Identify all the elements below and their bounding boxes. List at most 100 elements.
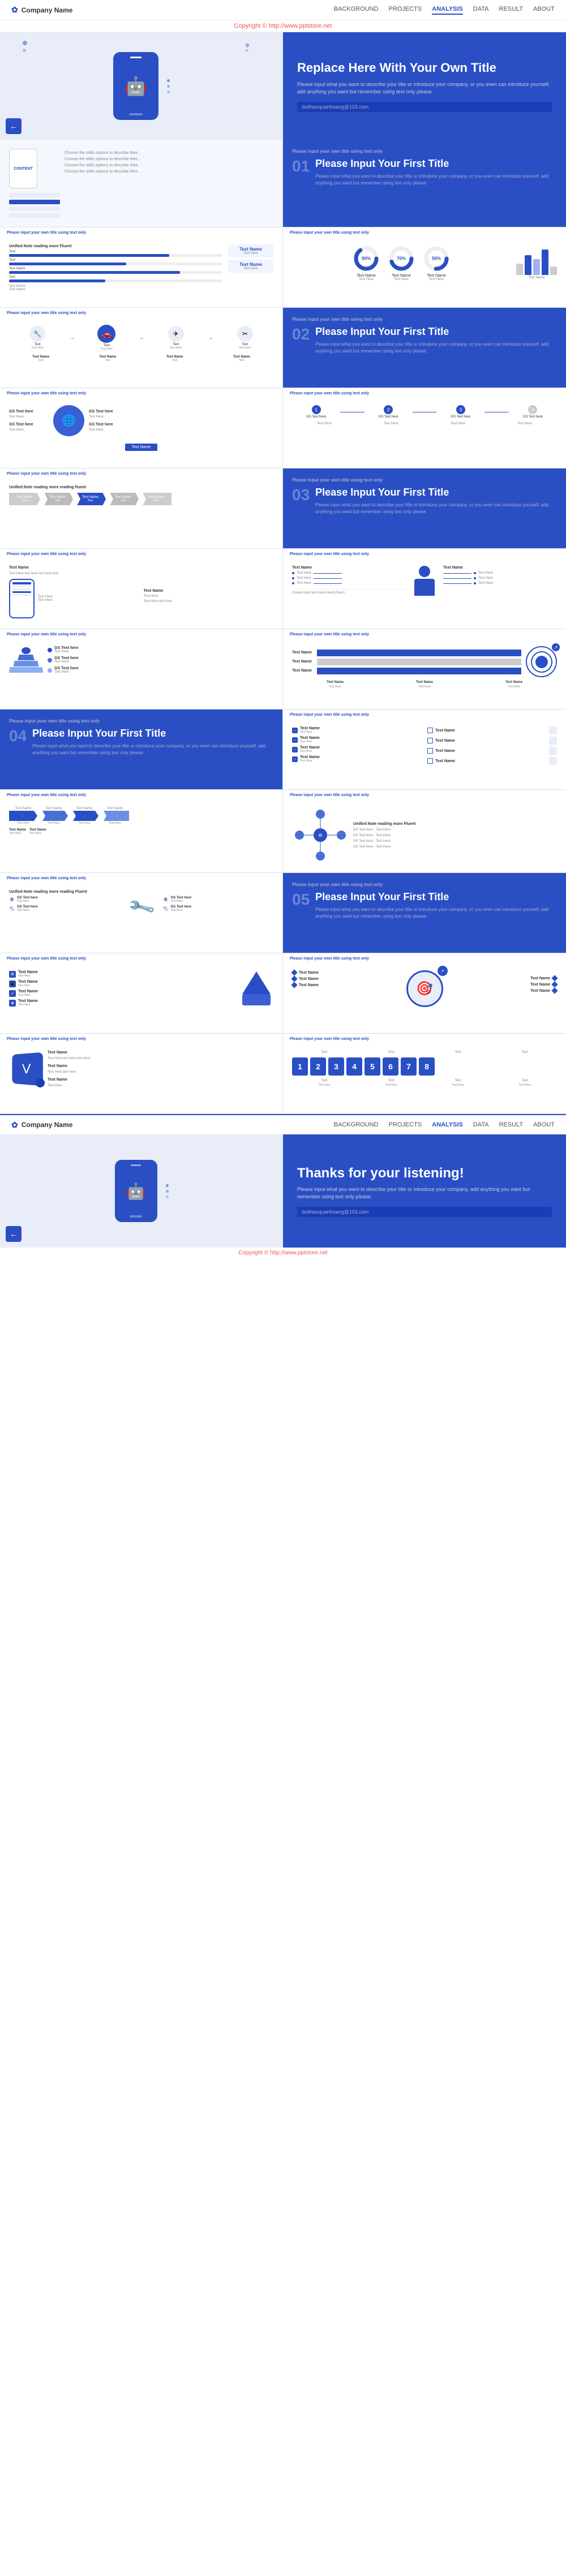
row-label-8b: Please input your own title using text o… (290, 713, 369, 717)
footer-nav-about[interactable]: ABOUT (533, 1121, 555, 1128)
row-label-7b: Please input your own title using text o… (290, 633, 369, 637)
progress-row-4: Text (9, 276, 222, 282)
copyright-text: Copyright © http://www.pptstore.net (234, 23, 332, 29)
slide-right-1: Please input your own title using text o… (283, 140, 566, 227)
row-label-11a: Please input your own title using text o… (7, 957, 86, 961)
nav-background[interactable]: BACKGROUND (334, 6, 379, 15)
slide-row-4: Please input your own title using text o… (0, 388, 566, 468)
slide-row-12: Please input your own title using text o… (0, 1034, 566, 1114)
blue-slide-title-3: 03 Please Input Your First Title Please … (292, 486, 557, 515)
row-label-12b: Please input your own title using text o… (290, 1037, 369, 1041)
section-label-white-5: Please input your own title using text o… (292, 882, 557, 887)
slide-left-11: Please input your own title using text o… (0, 953, 283, 1033)
nav-analysis[interactable]: ANALYSIS (432, 6, 463, 15)
person-icon (410, 566, 439, 596)
icon-item-1: 🔧 Text Text Here (9, 326, 66, 350)
slide-row-8: Please input your own title using text o… (0, 709, 566, 790)
row-label-3a: Please input your own title using text o… (7, 311, 86, 315)
blue-slide-title-2: 02 Please Input Your First Title Please … (292, 325, 557, 355)
section-label-white-2: Please input your own title using text o… (292, 317, 557, 322)
nav-logo: ✿ Company Name (11, 5, 72, 15)
footer-copyright-text: Copyright © http://www.pptstore.net (238, 1250, 327, 1256)
hero-left: 🤖 ← (0, 32, 283, 140)
blue-title-02: Please Input Your First Title (315, 325, 557, 338)
blue-desc-02: Please input what you want to describe y… (315, 341, 557, 355)
counter-2: 2 (310, 1057, 326, 1076)
slide-right-5: Please input your own title using text o… (283, 468, 566, 548)
footer-section: 🤖 ← Thanks for your listening! Please in… (0, 1134, 566, 1248)
hero-section: 🤖 ← Replace Here With Your Own Title Ple… (0, 32, 566, 140)
logo-text: Company Name (22, 6, 73, 14)
footer-nav-analysis[interactable]: ANALYSIS (432, 1121, 463, 1128)
row-label-6a: Please input your own title using text o… (7, 552, 86, 556)
bar-chart-1: Text Name (516, 247, 557, 279)
slide-row-7: Please input your own title using text o… (0, 629, 566, 709)
slide-right-2: Please input your own title using text o… (283, 227, 566, 307)
footer-nav-result[interactable]: RESULT (499, 1121, 524, 1128)
slide-left-10: Please input your own title using text o… (0, 873, 283, 953)
slide-right-9: Please input your own title using text o… (283, 790, 566, 872)
progress-row-3: Text Name (9, 267, 222, 274)
slide-number-02: 02 (292, 325, 310, 343)
row-label-9a: Please input your own title using text o… (7, 793, 86, 797)
donut-2: 70% Text Name Text Here (387, 244, 415, 281)
blue-desc-04: Please input what you want to describe y… (32, 743, 273, 756)
blue-desc-05: Please input what you want to describe y… (315, 906, 557, 920)
blue-title-05: Please Input Your First Title (315, 891, 557, 904)
nav-about[interactable]: ABOUT (533, 6, 555, 15)
counter-6: 6 (383, 1057, 398, 1076)
nav-result[interactable]: RESULT (499, 6, 524, 15)
copyright-bar: Copyright © http://www.pptstore.net (0, 20, 566, 32)
row-label-4b: Please input your own title using text o… (290, 392, 369, 395)
slide-row-10: Please input your own title using text o… (0, 873, 566, 953)
counter-5: 5 (365, 1057, 380, 1076)
hero-email: doithaoquanhoang@103.com (297, 102, 552, 112)
row-label-2b: Please input your own title using text o… (290, 231, 369, 235)
row-label-5a: Please input your own title using text o… (7, 472, 86, 476)
hero-title: Replace Here With Your Own Title (297, 60, 552, 76)
slide-left-9: Please input your own title using text o… (0, 790, 283, 872)
section-label-white-3: Please input your own title using text o… (292, 478, 557, 483)
icon-item-3: ✈ Text Text Here (148, 326, 204, 350)
counter-8: 8 (419, 1057, 435, 1076)
footer-nav-background[interactable]: BACKGROUND (334, 1121, 379, 1128)
blue-slide-title-4: 04 Please Input Your First Title Please … (9, 727, 273, 756)
hero-arrow-button[interactable]: ← (6, 118, 22, 134)
slide-number-01: 01 (292, 157, 310, 175)
section-label-white-1: Please input your own title using text o… (292, 149, 557, 154)
blue-title-03: Please Input Your First Title (315, 486, 557, 499)
slide-right-12: Please input your own title using text o… (283, 1034, 566, 1113)
slide-right-10: Please input your own title using text o… (283, 873, 566, 953)
row-label-10a: Please input your own title using text o… (7, 876, 86, 880)
row-label-11b: Please input your own title using text o… (290, 957, 369, 961)
row-label-9b: Please input your own title using text o… (290, 793, 369, 797)
footer-left: 🤖 ← (0, 1134, 283, 1248)
nav-data[interactable]: DATA (473, 6, 489, 15)
footer-nav-projects[interactable]: PROJECTS (388, 1121, 422, 1128)
slide-right-7: Please input your own title using text o… (283, 629, 566, 709)
row-label-2a: Please input your own title using text o… (7, 231, 86, 235)
counter-4: 4 (346, 1057, 362, 1076)
nav-projects[interactable]: PROJECTS (388, 6, 422, 15)
blue-title-04: Please Input Your First Title (32, 727, 273, 740)
counter-display: 1 2 3 4 5 6 7 8 (292, 1057, 557, 1076)
counter-3: 3 (328, 1057, 344, 1076)
footer-nav-data[interactable]: DATA (473, 1121, 489, 1128)
footer-arrow-button[interactable]: ← (6, 1226, 22, 1242)
blue-slide-title-5: 05 Please Input Your First Title Please … (292, 891, 557, 920)
android-icon: 🤖 (125, 75, 147, 97)
row-label-12a: Please input your own title using text o… (7, 1037, 86, 1041)
donut-1: 90% Text Name Text Here (352, 244, 380, 281)
slide-number-05: 05 (292, 891, 310, 909)
icon-item-4: ✂ Text Text Here (217, 326, 273, 350)
slide-left-3: Please input your own title using text o… (0, 308, 283, 388)
slide-right-8: Please input your own title using text o… (283, 709, 566, 789)
hero-desc: Please input what you want to describe y… (297, 81, 552, 96)
footer-copyright: Copyright © http://www.pptstore.net (0, 1248, 566, 1258)
slide-row-2: Please input your own title using text o… (0, 227, 566, 308)
progress-row-2: Text (9, 259, 222, 265)
slide-left-5: Please input your own title using text o… (0, 468, 283, 548)
blue-title-01: Please Input Your First Title (315, 157, 557, 170)
footer-logo: ✿ Company Name (11, 1120, 72, 1130)
slide-number-03: 03 (292, 486, 310, 504)
